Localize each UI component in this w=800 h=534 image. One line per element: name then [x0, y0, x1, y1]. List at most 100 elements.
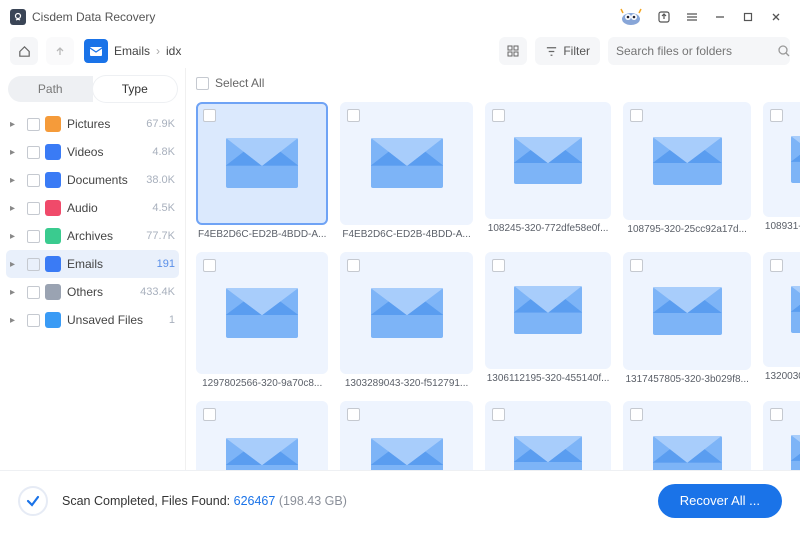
- file-checkbox[interactable]: [203, 109, 216, 122]
- breadcrumb-seg-emails[interactable]: Emails: [114, 44, 150, 58]
- file-checkbox[interactable]: [347, 259, 360, 272]
- email-icon: [653, 436, 722, 470]
- expand-icon[interactable]: ▸: [10, 259, 22, 270]
- select-all-row[interactable]: Select All: [186, 68, 800, 94]
- file-card[interactable]: [763, 401, 800, 470]
- tab-path[interactable]: Path: [8, 76, 93, 102]
- breadcrumb: Emails › idx: [84, 39, 181, 63]
- recover-all-button[interactable]: Recover All ...: [658, 484, 782, 518]
- sidebar-checkbox[interactable]: [27, 314, 40, 327]
- file-card[interactable]: 108795-320-25cc92a17d...: [623, 102, 750, 242]
- sidebar-item-count: 38.0K: [146, 174, 175, 186]
- select-all-checkbox[interactable]: [196, 77, 209, 90]
- sidebar-checkbox[interactable]: [27, 258, 40, 271]
- sidebar-item-emails[interactable]: ▸Emails191: [6, 250, 179, 278]
- view-grid-button[interactable]: [499, 37, 527, 65]
- file-checkbox[interactable]: [203, 408, 216, 421]
- file-card[interactable]: [196, 401, 328, 470]
- file-thumbnail[interactable]: [623, 401, 750, 470]
- file-card[interactable]: 1317457805-320-3b029f8...: [623, 252, 750, 392]
- file-checkbox[interactable]: [347, 408, 360, 421]
- file-thumbnail[interactable]: [196, 401, 328, 470]
- file-card[interactable]: 108931-320-141ea9074d...: [763, 102, 800, 242]
- up-button[interactable]: [46, 37, 74, 65]
- sidebar-item-pictures[interactable]: ▸Pictures67.9K: [6, 110, 179, 138]
- file-thumbnail[interactable]: [485, 102, 612, 219]
- file-checkbox[interactable]: [203, 259, 216, 272]
- file-checkbox[interactable]: [492, 109, 505, 122]
- file-thumbnail[interactable]: [340, 102, 472, 225]
- search-input[interactable]: [616, 44, 771, 58]
- sidebar-checkbox[interactable]: [27, 174, 40, 187]
- file-checkbox[interactable]: [492, 259, 505, 272]
- file-card[interactable]: 108245-320-772dfe58e0f...: [485, 102, 612, 242]
- home-button[interactable]: [10, 37, 38, 65]
- file-card[interactable]: F4EB2D6C-ED2B-4BDD-A...: [196, 102, 328, 242]
- file-thumbnail[interactable]: [763, 102, 800, 217]
- sidebar-item-unsaved-files[interactable]: ▸Unsaved Files1: [6, 306, 179, 334]
- file-card[interactable]: 1297802566-320-9a70c8...: [196, 252, 328, 392]
- file-checkbox[interactable]: [347, 109, 360, 122]
- sidebar-checkbox[interactable]: [27, 118, 40, 131]
- file-thumbnail[interactable]: [763, 401, 800, 470]
- sidebar-checkbox[interactable]: [27, 286, 40, 299]
- file-checkbox[interactable]: [630, 109, 643, 122]
- email-icon: [514, 286, 583, 334]
- sidebar-item-documents[interactable]: ▸Documents38.0K: [6, 166, 179, 194]
- sidebar-item-count: 433.4K: [140, 286, 175, 298]
- file-checkbox[interactable]: [630, 408, 643, 421]
- sidebar-checkbox[interactable]: [27, 146, 40, 159]
- tab-type[interactable]: Type: [93, 76, 178, 102]
- close-button[interactable]: [762, 3, 790, 31]
- file-thumbnail[interactable]: [340, 252, 472, 375]
- sidebar-item-archives[interactable]: ▸Archives77.7K: [6, 222, 179, 250]
- file-name: 1297802566-320-9a70c8...: [196, 378, 328, 391]
- category-icon: [45, 312, 61, 328]
- file-card[interactable]: 1303289043-320-f512791...: [340, 252, 472, 392]
- minimize-button[interactable]: [706, 3, 734, 31]
- emails-icon: [84, 39, 108, 63]
- file-checkbox[interactable]: [770, 109, 783, 122]
- file-thumbnail[interactable]: [623, 252, 750, 370]
- search-box[interactable]: [608, 37, 790, 65]
- sidebar-item-audio[interactable]: ▸Audio4.5K: [6, 194, 179, 222]
- file-thumbnail[interactable]: [196, 102, 328, 225]
- sidebar-item-count: 1: [169, 314, 175, 326]
- sidebar-item-others[interactable]: ▸Others433.4K: [6, 278, 179, 306]
- sidebar-checkbox[interactable]: [27, 230, 40, 243]
- email-icon: [791, 136, 800, 183]
- file-card[interactable]: [340, 401, 472, 470]
- file-thumbnail[interactable]: [485, 252, 612, 369]
- expand-icon[interactable]: ▸: [10, 175, 22, 186]
- expand-icon[interactable]: ▸: [10, 231, 22, 242]
- breadcrumb-seg-idx[interactable]: idx: [166, 44, 181, 58]
- maximize-button[interactable]: [734, 3, 762, 31]
- sidebar-checkbox[interactable]: [27, 202, 40, 215]
- expand-icon[interactable]: ▸: [10, 203, 22, 214]
- file-checkbox[interactable]: [770, 259, 783, 272]
- file-card[interactable]: [485, 401, 612, 470]
- file-thumbnail[interactable]: [763, 252, 800, 367]
- file-thumbnail[interactable]: [196, 252, 328, 375]
- sidebar-item-count: 4.5K: [152, 202, 175, 214]
- file-checkbox[interactable]: [630, 259, 643, 272]
- file-card[interactable]: 1306112195-320-455140f...: [485, 252, 612, 392]
- expand-icon[interactable]: ▸: [10, 147, 22, 158]
- file-card[interactable]: F4EB2D6C-ED2B-4BDD-A...: [340, 102, 472, 242]
- file-grid[interactable]: F4EB2D6C-ED2B-4BDD-A...F4EB2D6C-ED2B-4BD…: [186, 94, 800, 470]
- expand-icon[interactable]: ▸: [10, 119, 22, 130]
- file-checkbox[interactable]: [770, 408, 783, 421]
- menu-button[interactable]: [678, 3, 706, 31]
- sidebar-tree: ▸Pictures67.9K▸Videos4.8K▸Documents38.0K…: [0, 110, 185, 334]
- file-checkbox[interactable]: [492, 408, 505, 421]
- expand-icon[interactable]: ▸: [10, 315, 22, 326]
- file-thumbnail[interactable]: [623, 102, 750, 220]
- sidebar-item-videos[interactable]: ▸Videos4.8K: [6, 138, 179, 166]
- file-thumbnail[interactable]: [485, 401, 612, 470]
- filter-button[interactable]: Filter: [535, 37, 600, 65]
- file-card[interactable]: [623, 401, 750, 470]
- file-thumbnail[interactable]: [340, 401, 472, 470]
- file-card[interactable]: 1320030852-320-231924...: [763, 252, 800, 392]
- updates-button[interactable]: [650, 3, 678, 31]
- expand-icon[interactable]: ▸: [10, 287, 22, 298]
